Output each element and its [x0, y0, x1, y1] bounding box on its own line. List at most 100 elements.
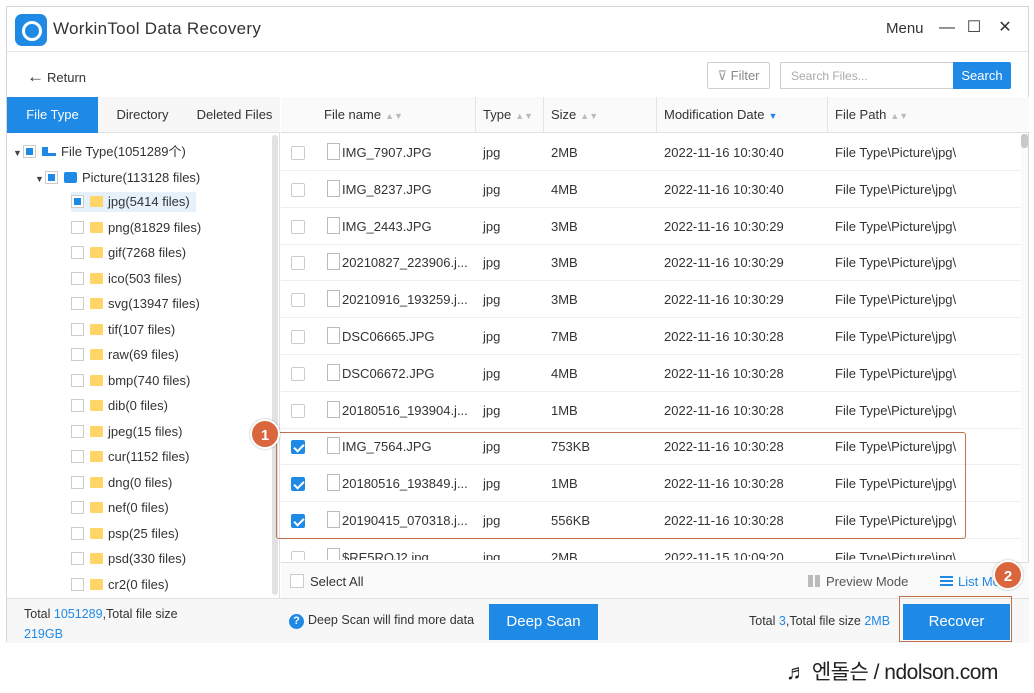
header-modification-date[interactable]: Modification Date ▼	[664, 97, 777, 133]
preview-mode-button[interactable]: Preview Mode	[808, 574, 908, 589]
header-type[interactable]: Type ▲▼	[483, 97, 533, 133]
header-file-path[interactable]: File Path ▲▼	[835, 97, 908, 133]
tree-checkbox[interactable]	[45, 171, 58, 184]
table-row[interactable]: IMG_7907.JPG jpg 2MB 2022-11-16 10:30:40 Fil…	[281, 134, 1021, 171]
row-checkbox[interactable]	[291, 403, 305, 418]
return-button[interactable]: ← Return	[27, 67, 86, 87]
close-icon[interactable]: ✕	[995, 18, 1015, 38]
tree-checkbox[interactable]	[71, 195, 84, 208]
sort-icon[interactable]: ▲▼	[385, 111, 403, 121]
tree-item[interactable]: cr2(0 files)	[71, 575, 169, 595]
tree-checkbox[interactable]	[71, 577, 84, 591]
tree-checkbox[interactable]	[71, 220, 84, 234]
search-input[interactable]	[780, 62, 953, 89]
tree-item[interactable]: svg(13947 files)	[71, 294, 200, 314]
cell-size: 1MB	[551, 476, 578, 492]
tree-checkbox[interactable]	[71, 373, 84, 387]
sort-icon[interactable]: ▲▼	[580, 111, 598, 121]
row-checkbox[interactable]	[291, 514, 305, 528]
tree-item[interactable]: gif(7268 files)	[71, 243, 186, 263]
tree-checkbox[interactable]	[71, 450, 84, 463]
tree-checkbox[interactable]	[23, 145, 36, 158]
table-row[interactable]: IMG_2443.JPG jpg 3MB 2022-11-16 10:30:29 Fil…	[281, 208, 1021, 245]
expand-caret-icon[interactable]: ▼	[13, 143, 23, 163]
row-checkbox[interactable]	[291, 146, 305, 160]
sort-icon[interactable]: ▲▼	[515, 111, 533, 121]
sort-desc-icon[interactable]: ▼	[768, 111, 777, 121]
tab-file-type[interactable]: File Type	[7, 97, 98, 133]
tree-item[interactable]: jpg(5414 files)	[71, 192, 196, 212]
tree-checkbox[interactable]	[71, 424, 84, 438]
tree-root[interactable]: ▼ File Type(1051289个)	[13, 142, 186, 162]
tree-checkbox[interactable]	[71, 552, 84, 565]
tree-checkbox[interactable]	[71, 348, 84, 361]
table-row[interactable]: 20190415_070318.j... jpg 556KB 2022-11-16 1…	[281, 502, 1021, 539]
row-checkbox[interactable]	[291, 219, 305, 234]
select-all[interactable]: Select All	[290, 574, 363, 589]
tree-checkbox[interactable]	[71, 246, 84, 259]
expand-caret-icon[interactable]: ▼	[35, 169, 45, 189]
table-row[interactable]: $RE5RQJ2.jpg jpg 2MB 2022-11-15 10:09:20 Fil…	[281, 539, 1021, 560]
table-row[interactable]: IMG_7564.JPG jpg 753KB 2022-11-16 10:30:28 F…	[281, 428, 1021, 466]
cell-path: File Type\Picture\jpg\	[835, 402, 957, 418]
tree-item[interactable]: dib(0 files)	[71, 396, 168, 416]
tree-checkbox[interactable]	[71, 526, 84, 540]
tree-item[interactable]: tif(107 files)	[71, 320, 175, 340]
left-scrollbar[interactable]	[272, 135, 278, 595]
tree-item[interactable]: psp(25 files)	[71, 524, 179, 544]
folder-icon	[90, 451, 103, 462]
row-checkbox[interactable]	[291, 330, 305, 344]
table-row[interactable]: DSC06665.JPG jpg 7MB 2022-11-16 10:30:28 Fil…	[281, 318, 1021, 355]
header-size[interactable]: Size ▲▼	[551, 97, 598, 133]
tree-item[interactable]: ico(503 files)	[71, 269, 182, 289]
tree-item[interactable]: psd(330 files)	[71, 549, 186, 569]
cell-date: 2022-11-16 10:30:40	[664, 181, 784, 197]
list-icon	[940, 576, 953, 587]
tree-checkbox[interactable]	[71, 399, 84, 412]
table-row[interactable]: 20210916_193259.j... jpg 3MB 2022-11-16 10:…	[281, 281, 1021, 319]
select-all-checkbox[interactable]	[290, 574, 304, 588]
row-checkbox[interactable]	[291, 293, 305, 308]
drive-icon	[42, 147, 56, 156]
row-checkbox[interactable]	[291, 182, 305, 197]
table-row[interactable]: 20180516_193849.j... jpg 1MB 2022-11-16 10:…	[281, 465, 1021, 503]
tree-item[interactable]: dng(0 files)	[71, 473, 172, 493]
row-checkbox[interactable]	[291, 550, 305, 560]
table-row[interactable]: 20210827_223906.j... jpg 3MB 2022-11-16 10:…	[281, 244, 1021, 282]
tree-item[interactable]: png(81829 files)	[71, 218, 201, 238]
row-checkbox[interactable]	[291, 366, 305, 381]
tree-item[interactable]: bmp(740 files)	[71, 371, 190, 391]
table-row[interactable]: IMG_8237.JPG jpg 4MB 2022-11-16 10:30:40 Fil…	[281, 171, 1021, 208]
tab-deleted-files[interactable]: Deleted Files	[189, 97, 280, 133]
table-row[interactable]: 20180516_193904.j... jpg 1MB 2022-11-16 10:…	[281, 392, 1021, 429]
header-file-name[interactable]: File name ▲▼	[324, 97, 403, 133]
cell-name: 20210916_193259.j...	[342, 292, 468, 308]
list-mode-button[interactable]: List Mo	[940, 574, 1000, 589]
tree-item[interactable]: cur(1152 files)	[71, 447, 189, 467]
tree-item[interactable]: jpeg(15 files)	[71, 422, 182, 442]
filter-button[interactable]: ⊽ Filter	[707, 62, 770, 89]
tree-checkbox[interactable]	[71, 297, 84, 310]
tree-checkbox[interactable]	[71, 475, 84, 489]
minimize-icon[interactable]: —	[937, 18, 957, 38]
tree-item[interactable]: raw(69 files)	[71, 345, 179, 365]
tree-picture[interactable]: ▼ Picture(113128 files)	[35, 168, 200, 188]
tree-checkbox[interactable]	[71, 322, 84, 336]
right-scrollbar[interactable]	[1021, 134, 1028, 560]
row-checkbox[interactable]	[291, 256, 305, 271]
tree-checkbox[interactable]	[71, 271, 84, 285]
row-checkbox[interactable]	[291, 477, 305, 492]
table-row[interactable]: DSC06672.JPG jpg 4MB 2022-11-16 10:30:28 Fil…	[281, 355, 1021, 392]
cell-date: 2022-11-16 10:30:28	[664, 439, 784, 455]
folder-icon	[90, 247, 103, 258]
tree-checkbox[interactable]	[71, 501, 84, 514]
menu-button[interactable]: Menu	[886, 20, 924, 37]
search-button[interactable]: Search	[953, 62, 1011, 89]
scrollbar-thumb[interactable]	[1021, 134, 1028, 148]
tab-directory[interactable]: Directory	[98, 97, 187, 133]
tree-item[interactable]: nef(0 files)	[71, 498, 169, 518]
sort-icon[interactable]: ▲▼	[890, 111, 908, 121]
row-checkbox[interactable]	[291, 440, 305, 455]
maximize-icon[interactable]: ☐	[964, 18, 984, 38]
deep-scan-button[interactable]: Deep Scan	[489, 604, 598, 640]
